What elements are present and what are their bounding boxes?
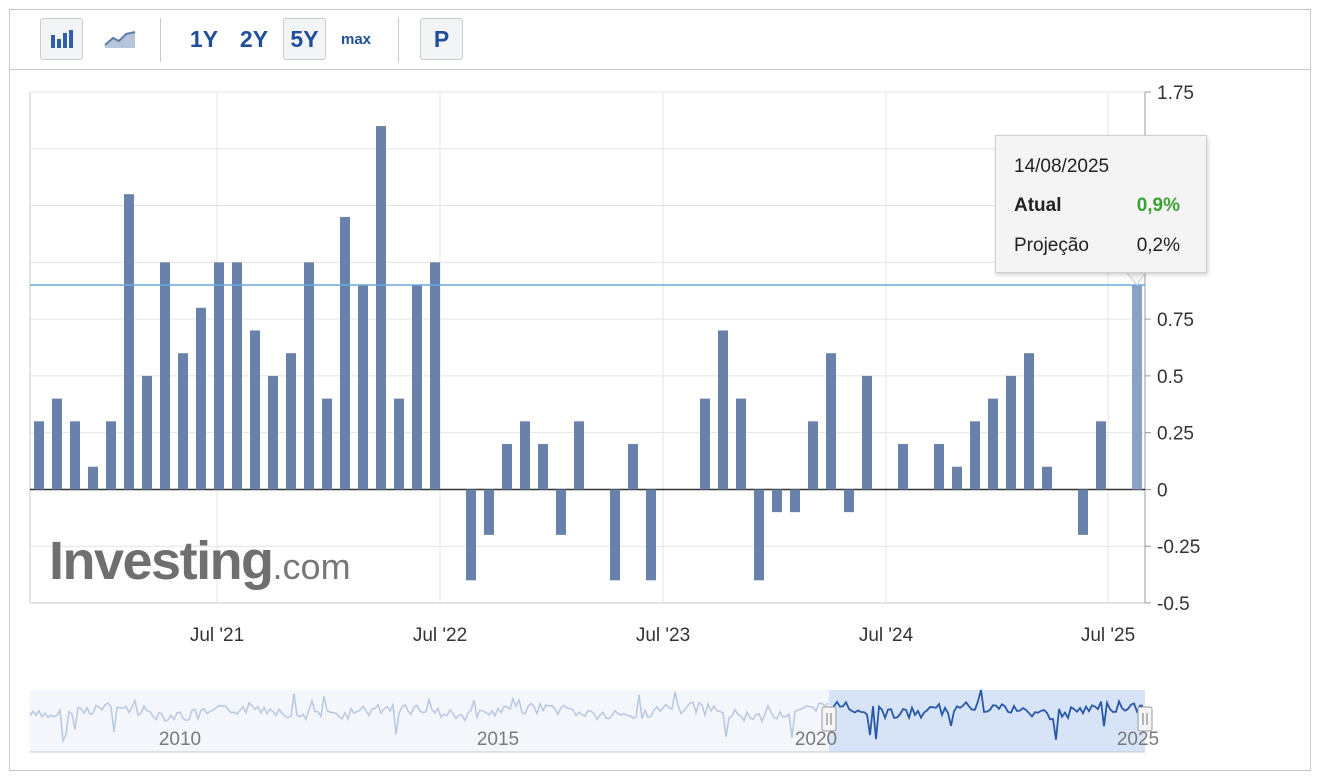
- data-bar: [502, 444, 512, 490]
- data-bar: [214, 262, 224, 490]
- data-bar: [736, 398, 746, 490]
- tooltip-pointer: [1124, 271, 1147, 286]
- x-tick-label: Jul '25: [1081, 625, 1135, 646]
- y-tick-label: 0.25: [1157, 424, 1194, 445]
- data-bar: [88, 466, 98, 490]
- data-bar: [844, 489, 854, 513]
- bar-chart: Jul '21 Jul '22 Jul '23 Jul '24 Jul '25 1.75 0…: [29, 83, 1200, 753]
- data-bar: [484, 489, 494, 535]
- x-tick-label: Jul '23: [636, 625, 690, 646]
- tooltip-forecast-value: 0,2%: [1136, 235, 1180, 256]
- y-tick-label: -0.25: [1157, 537, 1200, 558]
- data-bar: [538, 444, 548, 490]
- navigator-handle: [821, 706, 837, 732]
- data-bar: [970, 421, 980, 490]
- data-bar: [52, 398, 62, 490]
- tooltip-actual-value: 0,9%: [1136, 195, 1180, 216]
- data-bar: [898, 444, 908, 490]
- logo-brand: Investing: [49, 531, 274, 591]
- navigator-year-label: 2020: [795, 729, 837, 750]
- data-bar: [412, 285, 422, 490]
- data-bar: [718, 330, 728, 490]
- data-bar: [808, 421, 818, 490]
- data-bar: [178, 353, 188, 490]
- data-bar: [754, 489, 764, 581]
- data-bar: [700, 398, 710, 490]
- data-bar: [646, 489, 656, 581]
- y-tick-label: 0.5: [1157, 367, 1183, 388]
- data-bar: [574, 421, 584, 490]
- data-bar: [790, 489, 800, 513]
- data-bar: [160, 262, 170, 490]
- data-bar: [286, 353, 296, 490]
- data-bar: [106, 421, 116, 490]
- data-bar: [196, 307, 206, 490]
- data-bar: [232, 262, 242, 490]
- data-bar: [610, 489, 620, 581]
- navigator-year-label: 2025: [1117, 729, 1159, 750]
- data-bar: [556, 489, 566, 535]
- data-bar: [952, 466, 962, 490]
- data-bar: [1096, 421, 1106, 490]
- navigator-selection: [829, 690, 1145, 752]
- data-bar: [34, 421, 44, 490]
- navigator-year-label: 2010: [159, 729, 201, 750]
- tooltip-forecast-label: Projeção: [1014, 235, 1089, 256]
- investing-logo: Investing.com: [49, 530, 351, 592]
- y-tick-label: 0: [1157, 480, 1168, 501]
- x-tick-label: Jul '22: [413, 625, 467, 646]
- data-bar: [1042, 466, 1052, 490]
- data-bar: [1024, 353, 1034, 490]
- data-bar: [1132, 285, 1142, 490]
- data-bar: [142, 375, 152, 490]
- tooltip-actual-row: Atual 0,9%: [1014, 195, 1180, 217]
- data-bar: [1078, 489, 1088, 535]
- navigator-handle: [1137, 706, 1153, 732]
- data-tooltip: 14/08/2025 Atual 0,9% Projeção 0,2%: [995, 135, 1207, 273]
- data-bar: [934, 444, 944, 490]
- y-tick-label: 0.75: [1157, 310, 1194, 331]
- tooltip-forecast-row: Projeção 0,2%: [1014, 235, 1180, 257]
- y-tick-label: 1.75: [1157, 83, 1194, 104]
- tooltip-date: 14/08/2025: [1014, 156, 1110, 177]
- data-bar: [826, 353, 836, 490]
- x-tick-label: Jul '21: [190, 625, 244, 646]
- x-tick-label: Jul '24: [859, 625, 914, 646]
- data-bar: [628, 444, 638, 490]
- data-bar: [862, 375, 872, 490]
- data-bar: [358, 285, 368, 490]
- data-bar: [394, 398, 404, 490]
- data-bar: [430, 262, 440, 490]
- data-bar: [70, 421, 80, 490]
- data-bar: [466, 489, 476, 581]
- tooltip-actual-label: Atual: [1014, 195, 1062, 216]
- data-bar: [268, 375, 278, 490]
- data-bar: [772, 489, 782, 513]
- data-bar: [520, 421, 530, 490]
- logo-suffix: .com: [272, 546, 351, 587]
- data-bar: [1006, 375, 1016, 490]
- data-bar: [988, 398, 998, 490]
- data-bar: [340, 216, 350, 490]
- data-bar: [304, 262, 314, 490]
- data-bar: [250, 330, 260, 490]
- y-tick-label: -0.5: [1157, 594, 1190, 615]
- data-bar: [376, 126, 386, 490]
- data-bar: [124, 194, 134, 490]
- navigator-year-label: 2015: [477, 729, 519, 750]
- data-bar: [322, 398, 332, 490]
